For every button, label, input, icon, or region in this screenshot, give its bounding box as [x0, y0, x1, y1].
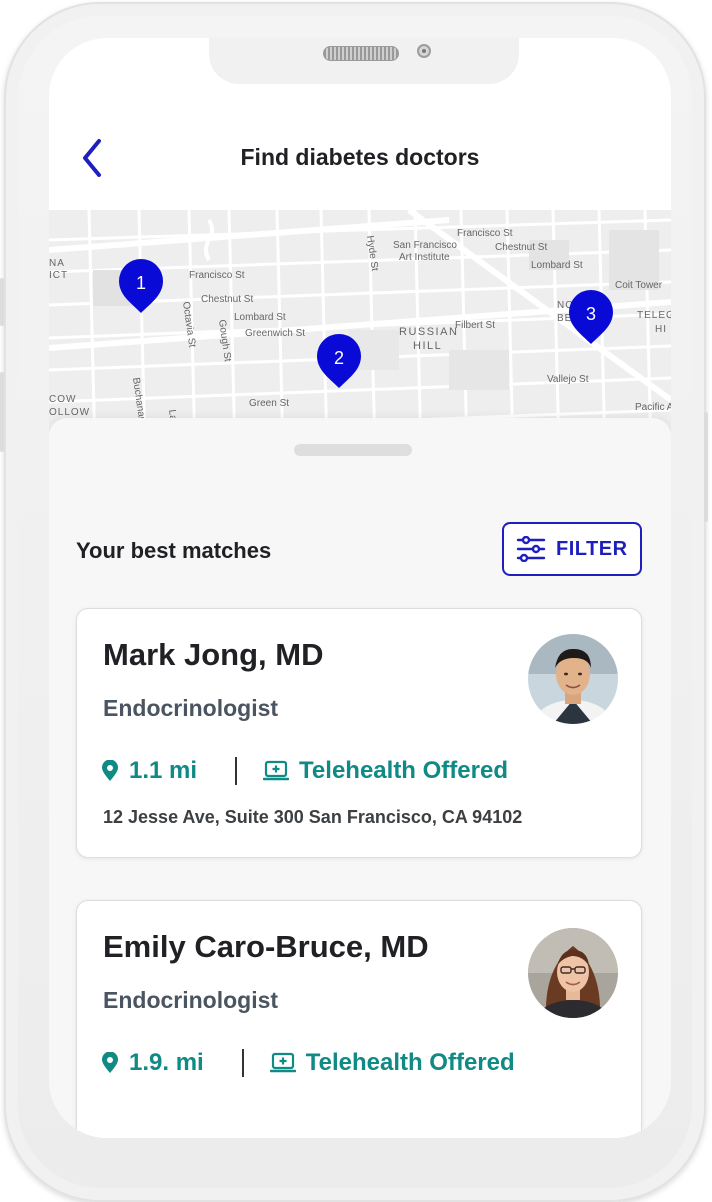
- doctor-card[interactable]: Mark Jong, MD Endocrinologist 1.1 mi Tel…: [76, 608, 642, 858]
- map-street-label: Lombard St: [234, 312, 286, 323]
- phone-side-button: [704, 412, 708, 522]
- doctor-distance: 1.1 mi: [129, 757, 198, 784]
- map-district-label: NA: [49, 258, 65, 269]
- map-street-label: Francisco St: [189, 270, 245, 281]
- page-title: Find diabetes doctors: [240, 144, 480, 170]
- map-district-label: RUSSIAN: [399, 326, 458, 338]
- map-district-label: COW: [49, 394, 76, 405]
- map-district-label: ICT: [49, 270, 68, 281]
- meta-divider: [235, 757, 238, 785]
- map-district-label: HILL: [413, 340, 442, 352]
- map-street-label: Green St: [249, 398, 289, 409]
- doctor-name: Mark Jong, MD: [103, 637, 324, 672]
- doctor-card[interactable]: Emily Caro-Bruce, MD Endocrinologist 1.9…: [76, 900, 642, 1138]
- doctor-avatar: [528, 634, 618, 724]
- telehealth-badge: Telehealth Offered: [299, 757, 508, 784]
- doctor-specialty: Endocrinologist: [103, 695, 279, 721]
- map-street-label: Pacific A: [635, 402, 671, 413]
- doctor-address: 12 Jesse Ave, Suite 300 San Francisco, C…: [103, 807, 523, 827]
- sliders-icon: [516, 536, 546, 562]
- phone-notch: [209, 38, 519, 84]
- doctor-meta-row: 1.9. mi Telehealth Offered: [101, 1049, 515, 1077]
- map-view[interactable]: Francisco St Chestnut St Lombard St Gree…: [49, 210, 671, 450]
- map-poi-label: Coit Tower: [615, 280, 663, 291]
- map-street-label: Filbert St: [455, 320, 495, 331]
- map-pin-label: 1: [136, 273, 146, 293]
- telehealth-laptop-icon: [269, 1052, 296, 1073]
- doctor-meta-row: 1.1 mi Telehealth Offered: [101, 757, 508, 785]
- map-pin-label: 3: [586, 304, 596, 324]
- speaker-grille: [323, 46, 399, 61]
- map-street-label: Chestnut St: [495, 242, 547, 253]
- phone-side-button: [0, 278, 4, 326]
- map-street-label: Lombard St: [531, 260, 583, 271]
- front-camera: [417, 44, 431, 58]
- app-header: Find diabetes doctors: [49, 118, 671, 208]
- map-street-label: Francisco St: [457, 228, 513, 239]
- telehealth-badge: Telehealth Offered: [305, 1049, 515, 1076]
- phone-side-button: [0, 372, 4, 452]
- location-pin-icon: [102, 760, 118, 781]
- results-sheet: Your best matches FILTER Mark Jong, MD E…: [49, 418, 671, 1138]
- filter-button[interactable]: FILTER: [502, 522, 642, 576]
- map-street-label: Vallejo St: [547, 374, 589, 385]
- map-pin-label: 2: [334, 348, 344, 368]
- telehealth-laptop-icon: [263, 760, 290, 781]
- meta-divider: [241, 1049, 244, 1077]
- map-district-label: TELEG: [637, 310, 671, 321]
- map-street-label: Chestnut St: [201, 294, 253, 305]
- map-poi-label: San Francisco: [393, 240, 457, 251]
- map-poi-label: Art Institute: [399, 252, 450, 263]
- doctor-specialty: Endocrinologist: [103, 987, 279, 1013]
- phone-screen: Find diabetes doctors Francisco St Chest…: [49, 38, 671, 1138]
- doctor-name: Emily Caro-Bruce, MD: [103, 929, 429, 964]
- map-street-label: Greenwich St: [245, 328, 305, 339]
- sheet-drag-handle[interactable]: [294, 444, 412, 456]
- map-district-label: HI: [655, 324, 667, 335]
- section-title: Your best matches: [76, 538, 272, 563]
- doctor-avatar: [528, 928, 618, 1018]
- location-pin-icon: [102, 1052, 118, 1073]
- filter-label: FILTER: [556, 537, 628, 560]
- map-district-label: OLLOW: [49, 407, 90, 418]
- doctor-distance: 1.9. mi: [129, 1049, 204, 1076]
- phone-frame: Find diabetes doctors Francisco St Chest…: [0, 2, 708, 1202]
